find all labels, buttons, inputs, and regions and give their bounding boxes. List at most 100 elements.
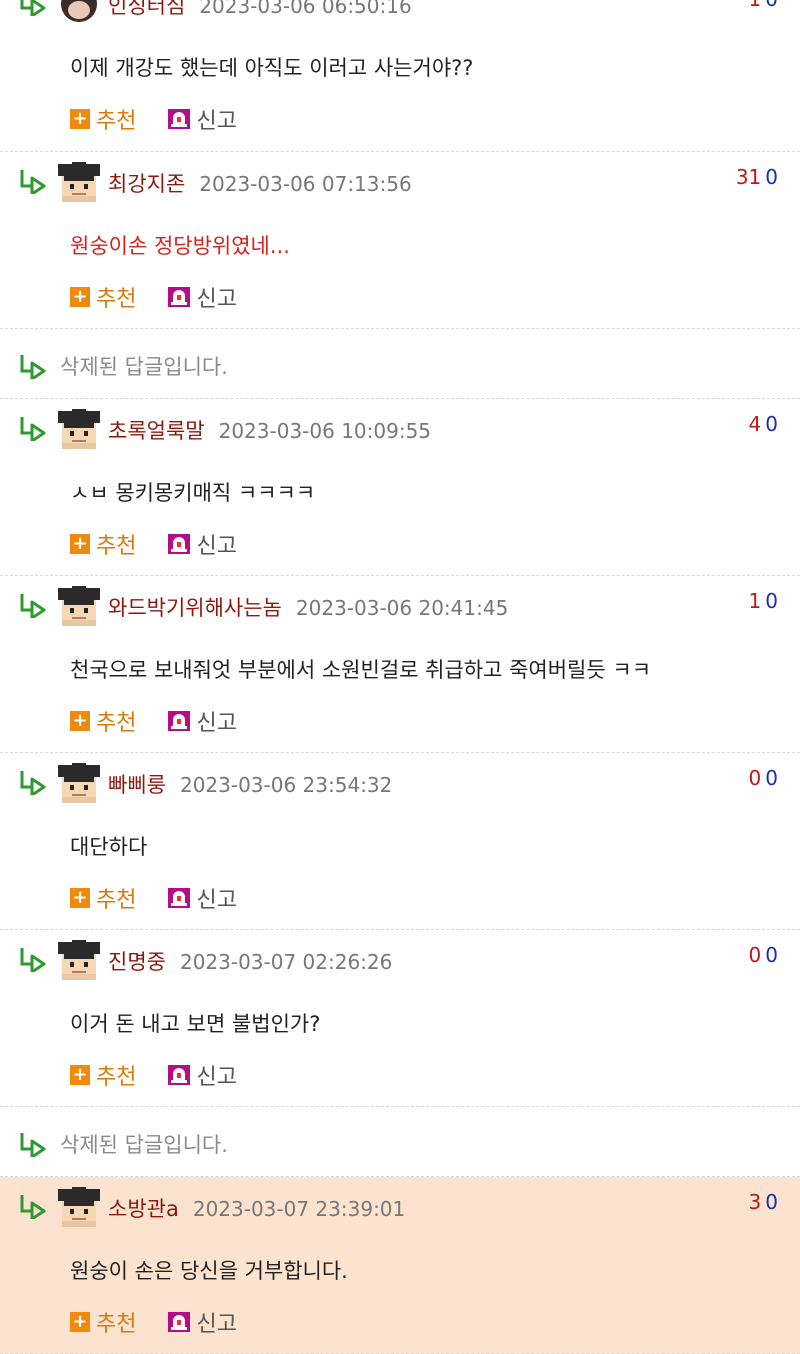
comment-text: 원숭이 손은 당신을 거부합니다. — [70, 1259, 348, 1283]
user-nickname[interactable]: 빠삐룽 — [108, 773, 166, 797]
user-nickname[interactable]: 진명중 — [108, 950, 166, 974]
user-avatar[interactable] — [58, 1187, 100, 1227]
deleted-reply: 삭제된 답글입니다. — [0, 329, 800, 399]
plus-icon: + — [70, 711, 90, 731]
report-label: 신고 — [196, 534, 237, 559]
upvote-count: 1 — [748, 589, 762, 613]
upvote-count: 0 — [748, 766, 762, 790]
downvote-count: 0 — [765, 412, 778, 436]
comment-date: 2023-03-06 06:50:16 — [199, 0, 412, 18]
plus-icon: + — [70, 888, 90, 908]
user-nickname[interactable]: 소방관a — [108, 1197, 179, 1221]
comment-date: 2023-03-07 02:26:26 — [179, 950, 393, 974]
report-button[interactable]: 신고 — [136, 705, 237, 737]
comment-header: 와드박기위해사는놈 2023-03-06 20:41:45 — [108, 592, 508, 622]
recommend-label: 추천 — [96, 1312, 137, 1337]
plus-icon: + — [70, 1065, 90, 1085]
comment-date: 2023-03-06 07:13:56 — [199, 172, 412, 196]
recommend-button[interactable]: + 추천 — [70, 1059, 136, 1091]
comment-item: 빠삐룽 2023-03-06 23:54:32 0 0 대단하다 + 추천 신고 — [0, 753, 800, 930]
plus-icon: + — [70, 109, 90, 129]
user-avatar[interactable] — [58, 586, 100, 626]
user-avatar[interactable] — [58, 409, 100, 449]
recommend-button[interactable]: + 추천 — [70, 103, 136, 135]
comment-date: 2023-03-07 23:39:01 — [192, 1197, 406, 1221]
vote-counts: 00 — [749, 766, 778, 790]
vote-counts: 10 — [749, 589, 778, 613]
recommend-label: 추천 — [96, 888, 137, 913]
recommend-button[interactable]: + 추천 — [70, 882, 136, 914]
vote-counts: 00 — [749, 943, 778, 967]
comment-text: 대단하다 — [70, 835, 148, 859]
user-nickname[interactable]: 최강지존 — [108, 172, 185, 196]
comment-item: 소방관a 2023-03-07 23:39:01 3 0 원숭이 손은 당신을 거부합니… — [0, 1177, 800, 1354]
comment-item: 초록얼룩말 2023-03-06 10:09:55 4 0 ㅅㅂ 몽키몽키매직 ㅋㅋㅋㅋ… — [0, 399, 800, 576]
plus-icon: + — [70, 534, 90, 554]
recommend-button[interactable]: + 추천 — [70, 1306, 136, 1338]
upvote-count: 4 — [748, 412, 762, 436]
user-nickname[interactable]: 인싱터심 — [108, 0, 185, 18]
report-button[interactable]: 신고 — [136, 528, 237, 560]
recommend-label: 추천 — [96, 287, 137, 312]
report-label: 신고 — [196, 287, 237, 312]
comment-actions: + 추천 신고 — [70, 705, 237, 737]
user-nickname[interactable]: 초록얼룩말 — [108, 419, 205, 443]
comment-text: 이제 개강도 했는데 아직도 이러고 사는거야?? — [70, 56, 474, 80]
recommend-label: 추천 — [96, 109, 137, 134]
comment-item: 인싱터심 2023-03-06 06:50:16 10 이제 개강도 했는데 아직도 … — [0, 0, 800, 152]
upvote-count: 0 — [748, 943, 762, 967]
downvote-count: 0 — [765, 589, 778, 613]
downvote-count: 0 — [765, 943, 778, 967]
comment-actions: + 추천 신고 — [70, 1306, 237, 1338]
comment-header: 빠삐룽 2023-03-06 23:54:32 — [108, 769, 392, 799]
comment-text: 이거 돈 내고 보면 불법인가? — [70, 1012, 321, 1036]
comment-text: ㅅㅂ 몽키몽키매직 ㅋㅋㅋㅋ — [70, 481, 316, 505]
report-button[interactable]: 신고 — [136, 1059, 237, 1091]
comment-item: 최강지존 2023-03-06 07:13:56 31 0 원숭이손 정당방위였네...… — [0, 152, 800, 329]
report-button[interactable]: 신고 — [136, 1306, 237, 1338]
upvote-count: 1 — [749, 0, 762, 11]
recommend-button[interactable]: + 추천 — [70, 528, 136, 560]
reply-arrow-icon — [18, 1193, 48, 1221]
vote-counts: 30 — [749, 1190, 778, 1214]
upvote-count: 3 — [748, 1190, 762, 1214]
reply-arrow-icon — [18, 168, 48, 196]
report-label: 신고 — [196, 109, 237, 134]
comment-item: 진명중 2023-03-07 02:26:26 0 0 이거 돈 내고 보면 불법인가?… — [0, 930, 800, 1107]
user-avatar[interactable] — [58, 162, 100, 202]
recommend-button[interactable]: + 추천 — [70, 705, 136, 737]
reply-arrow-icon — [18, 769, 48, 797]
report-button[interactable]: 신고 — [136, 882, 237, 914]
comment-actions: + 추천 신고 — [70, 882, 237, 914]
recommend-label: 추천 — [96, 534, 137, 559]
comment-date: 2023-03-06 10:09:55 — [218, 419, 432, 443]
downvote-count: 0 — [765, 1190, 778, 1214]
recommend-label: 추천 — [96, 711, 137, 736]
comment-date: 2023-03-06 20:41:45 — [295, 596, 509, 620]
user-nickname[interactable]: 와드박기위해사는놈 — [108, 596, 282, 620]
comment-list: 인싱터심2023-03-06 06:50:1610이제 개강도 했는데 아직도 … — [0, 0, 800, 1354]
recommend-button[interactable]: + 추천 — [70, 281, 136, 313]
vote-counts: 31 0 — [736, 165, 778, 189]
report-label: 신고 — [196, 1312, 237, 1337]
comment-header: 소방관a 2023-03-07 23:39:01 — [108, 1193, 405, 1223]
comment-actions: + 추천 신고 — [70, 103, 237, 135]
report-button[interactable]: 신고 — [136, 103, 237, 135]
vote-counts: 10 — [749, 0, 778, 11]
reply-arrow-icon — [18, 592, 48, 620]
report-label: 신고 — [196, 711, 237, 736]
reply-arrow-icon — [18, 0, 48, 18]
reply-arrow-icon — [18, 353, 48, 381]
user-avatar[interactable] — [58, 763, 100, 803]
user-avatar[interactable] — [58, 940, 100, 980]
comment-header: 최강지존 2023-03-06 07:13:56 — [108, 168, 412, 198]
comment-actions: + 추천 신고 — [70, 528, 237, 560]
deleted-reply-text: 삭제된 답글입니다. — [60, 355, 228, 379]
report-button[interactable]: 신고 — [136, 281, 237, 313]
siren-icon — [168, 534, 191, 554]
siren-icon — [168, 711, 191, 731]
comment-actions: + 추천 신고 — [70, 1059, 237, 1091]
user-avatar[interactable] — [58, 0, 100, 24]
siren-icon — [168, 287, 191, 307]
deleted-reply: 삭제된 답글입니다. — [0, 1107, 800, 1177]
